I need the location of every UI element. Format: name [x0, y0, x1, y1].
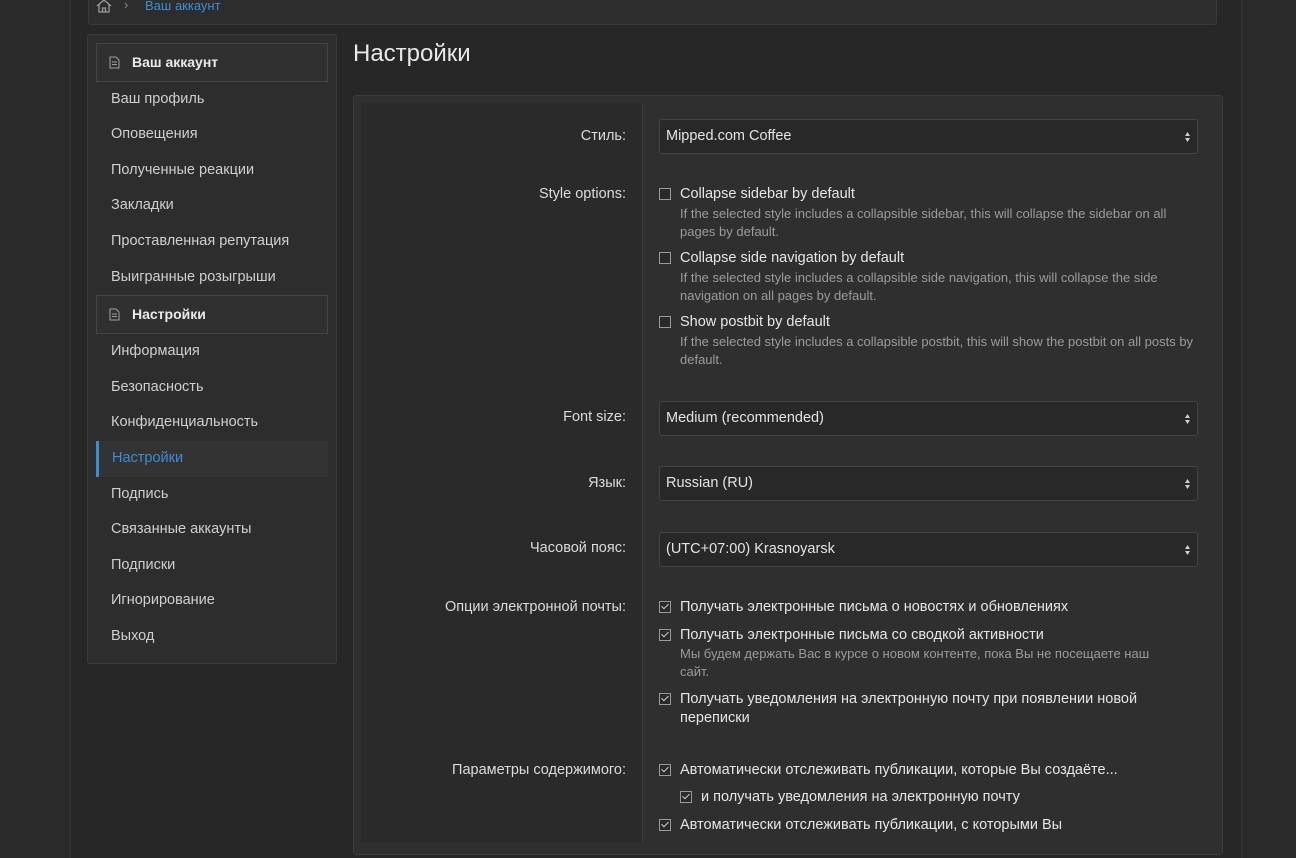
sidebar-item-label: Ваш профиль [111, 91, 205, 107]
sidebar-item-connected-accounts[interactable]: Связанные аккаунты [96, 512, 328, 548]
collapse-sidebar-checkbox[interactable] [659, 188, 671, 200]
sidebar-item-alerts[interactable]: Оповещения [96, 117, 328, 153]
sidebar-item-logout[interactable]: Выход [96, 619, 328, 655]
watch-interacted-checkbox[interactable] [659, 819, 671, 831]
timezone-label: Часовой пояс: [530, 540, 626, 556]
page-title: Настройки [353, 40, 471, 67]
show-postbit-label[interactable]: Show postbit by default [680, 314, 830, 330]
sidebar-item-label: Конфиденциальность [111, 414, 259, 430]
watch-interacted-label[interactable]: Автоматически отслеживать публикации, с … [680, 817, 1062, 833]
sidebar-item-privacy[interactable]: Конфиденциальность [96, 405, 328, 441]
style-select[interactable]: Mipped.com Coffee [659, 119, 1198, 154]
sidebar-header-settings: Настройки [96, 295, 328, 334]
chevron-right-icon: › [124, 0, 129, 12]
email-news-checkbox[interactable] [659, 601, 671, 613]
sidebar-item-label: Закладки [111, 197, 174, 213]
sidebar-item-subscriptions[interactable]: Подписки [96, 548, 328, 584]
watch-created-checkbox[interactable] [659, 764, 671, 776]
select-arrows-icon [1185, 414, 1190, 424]
email-conversation-checkbox[interactable] [659, 693, 671, 705]
email-conversation-label[interactable]: Получать уведомления на электронную почт… [680, 690, 1180, 728]
collapse-sidebar-hint: If the selected style includes a collaps… [680, 206, 1167, 239]
sidebar-item-label: Настройки [112, 450, 184, 466]
sidebar-item-label: Безопасность [111, 379, 204, 395]
sidebar-item-preferences[interactable]: Настройки [96, 441, 328, 477]
sidebar-item-label: Оповещения [111, 126, 198, 142]
document-icon [109, 56, 120, 69]
collapse-side-nav-hint: If the selected style includes a collaps… [680, 270, 1158, 303]
sidebar-item-label: Подпись [111, 486, 169, 502]
sidebar-item-label: Выход [111, 628, 155, 644]
sidebar-item-label: Связанные аккаунты [111, 521, 252, 537]
style-options-label: Style options: [538, 186, 626, 202]
sidebar-header-label: Ваш аккаунт [132, 54, 219, 70]
watch-created-email-label[interactable]: и получать уведомления на электронную по… [701, 789, 1020, 805]
form-label-column [361, 103, 643, 843]
show-postbit-hint: If the selected style includes a collaps… [680, 334, 1194, 367]
sidebar-item-reactions[interactable]: Полученные реакции [96, 153, 328, 189]
font-size-select-value: Medium (recommended) [666, 410, 824, 426]
document-icon [109, 308, 120, 321]
sidebar-item-label: Полученные реакции [111, 162, 255, 178]
sidebar-header-account: Ваш аккаунт [96, 43, 328, 82]
email-options-label: Опции электронной почты: [445, 599, 626, 615]
breadcrumb-link-account[interactable]: Ваш аккаунт [145, 0, 221, 13]
sidebar-item-ignoring[interactable]: Игнорирование [96, 583, 328, 619]
show-postbit-checkbox[interactable] [659, 316, 671, 328]
style-label: Стиль: [580, 128, 626, 144]
watch-created-email-checkbox[interactable] [680, 791, 692, 803]
sidebar-item-info[interactable]: Информация [96, 334, 328, 370]
home-icon[interactable] [96, 0, 112, 13]
sidebar-item-giveaways[interactable]: Выигранные розыгрыши [96, 260, 328, 296]
collapse-sidebar-label[interactable]: Collapse sidebar by default [680, 186, 855, 202]
select-arrows-icon [1185, 545, 1190, 555]
sidebar-item-security[interactable]: Безопасность [96, 370, 328, 406]
sidebar-item-label: Игнорирование [111, 592, 215, 608]
sidebar-item-bookmarks[interactable]: Закладки [96, 188, 328, 224]
sidebar-item-profile[interactable]: Ваш профиль [96, 82, 328, 118]
email-digest-checkbox[interactable] [659, 629, 671, 641]
font-size-label: Font size: [563, 409, 626, 425]
collapse-side-nav-checkbox[interactable] [659, 252, 671, 264]
timezone-select-value: (UTC+07:00) Krasnoyarsk [666, 541, 835, 557]
sidebar-item-label: Выигранные розыгрыши [111, 269, 276, 285]
sidebar-item-label: Подписки [111, 557, 176, 573]
sidebar-item-label: Информация [111, 343, 200, 359]
timezone-select[interactable]: (UTC+07:00) Krasnoyarsk [659, 532, 1198, 567]
style-select-value: Mipped.com Coffee [666, 128, 792, 144]
sidebar-item-label: Проставленная репутация [111, 233, 290, 249]
email-digest-hint: Мы будем держать Вас в курсе о новом кон… [680, 646, 1150, 679]
sidebar-header-label: Настройки [132, 306, 206, 322]
content-options-label: Параметры содержимого: [452, 762, 626, 778]
breadcrumb [88, 0, 1217, 25]
language-select-value: Russian (RU) [666, 475, 754, 491]
font-size-select[interactable]: Medium (recommended) [659, 401, 1198, 436]
select-arrows-icon [1185, 132, 1190, 142]
language-select[interactable]: Russian (RU) [659, 466, 1198, 501]
language-label: Язык: [588, 475, 626, 491]
select-arrows-icon [1185, 479, 1190, 489]
watch-created-label[interactable]: Автоматически отслеживать публикации, ко… [680, 762, 1118, 778]
sidebar-item-reputation[interactable]: Проставленная репутация [96, 224, 328, 260]
email-news-label[interactable]: Получать электронные письма о новостях и… [680, 599, 1068, 615]
email-digest-label[interactable]: Получать электронные письма со сводкой а… [680, 627, 1044, 643]
sidebar-item-signature[interactable]: Подпись [96, 477, 328, 513]
collapse-side-nav-label[interactable]: Collapse side navigation by default [680, 250, 904, 266]
